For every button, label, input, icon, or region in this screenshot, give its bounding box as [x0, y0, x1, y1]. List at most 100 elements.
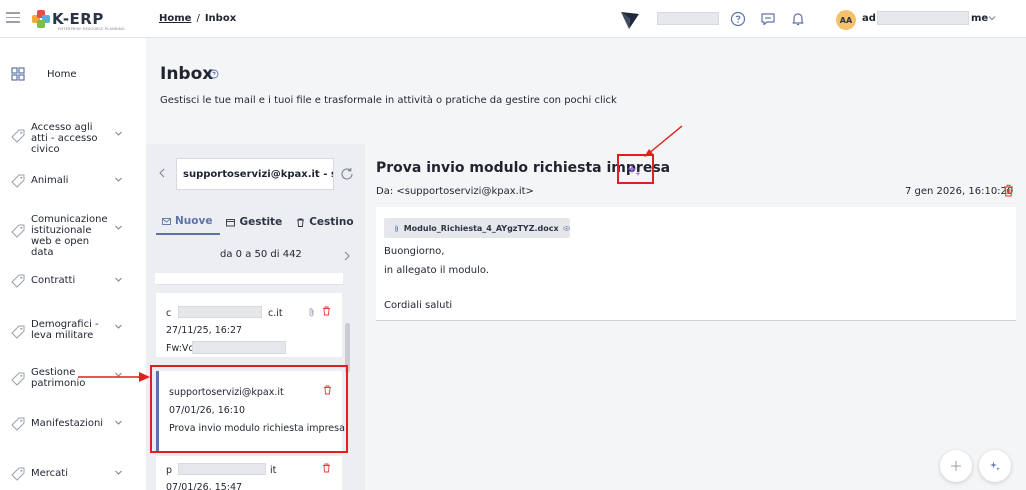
ai-sparkle-icon[interactable] — [626, 162, 642, 178]
sidebar-item-label: Mercati — [31, 468, 68, 479]
refresh-icon[interactable] — [340, 167, 354, 181]
sidebar-item-demografici[interactable]: Demografici - leva militare — [0, 317, 146, 345]
message-sender: Da: <supportoservizi@kpax.it> — [376, 186, 534, 197]
mail-from: p — [166, 465, 173, 476]
chat-icon[interactable] — [760, 11, 776, 27]
user-name-prefix[interactable]: ad — [862, 13, 876, 24]
paperclip-icon — [395, 224, 398, 232]
user-name-suffix[interactable]: me — [971, 13, 988, 24]
sidebar-item-label: Home — [47, 69, 77, 80]
redacted-sender — [178, 463, 266, 475]
chevron-right-icon[interactable] — [343, 251, 351, 261]
logo-mark-icon — [32, 10, 50, 28]
tag-icon — [11, 467, 25, 481]
message-body-line: in allegato il modulo. — [384, 265, 490, 276]
sidebar-item-label: Animali — [31, 175, 69, 186]
eye-icon[interactable] — [563, 224, 570, 233]
mail-date: 07/01/26, 16:10 — [169, 405, 246, 416]
tag-icon — [11, 372, 25, 386]
mail-from-domain: c.it — [268, 308, 283, 319]
mail-from: supportoservizi@kpax.it — [169, 387, 284, 398]
tag-icon — [11, 417, 25, 431]
help-icon[interactable] — [209, 69, 219, 79]
sidebar-item-label: Demografici - leva militare — [31, 319, 99, 341]
breadcrumb-home-link[interactable]: Home — [159, 13, 191, 24]
list-scrollbar[interactable] — [345, 323, 350, 373]
sidebar-item-label: Accesso agli atti - accesso civico — [31, 122, 98, 155]
paging-info: da 0 a 50 di 442 — [220, 249, 302, 260]
trash-icon[interactable] — [323, 385, 332, 395]
mail-icon — [162, 217, 171, 225]
tag-icon — [11, 174, 25, 188]
page-title: Inbox — [160, 64, 214, 84]
folder-icon — [226, 218, 236, 226]
list-item[interactable]: p it 07/01/26, 15:47 — [156, 456, 342, 490]
sidebar-item-accesso-atti[interactable]: Accesso agli atti - accesso civico — [0, 120, 146, 155]
mail-subject: Fw:Vc — [166, 343, 194, 354]
chevron-down-icon — [115, 177, 122, 182]
chevron-down-icon — [115, 470, 122, 475]
tab-label: Cestino — [309, 216, 354, 228]
top-bar: K-ERP ENTERPRISE RESOURCE PLANNING Home … — [0, 0, 1026, 38]
chevron-down-icon — [115, 372, 122, 377]
inbox-tabs: Nuove Gestite Cestino — [156, 213, 362, 235]
tag-icon — [11, 274, 25, 288]
trash-icon[interactable] — [322, 463, 331, 473]
breadcrumb: Home / Inbox — [159, 13, 236, 24]
message-body-line: Buongiorno, — [384, 246, 445, 257]
tab-nuove[interactable]: Nuove — [156, 213, 221, 235]
tag-icon — [11, 325, 25, 339]
sidebar-item-home[interactable]: Home — [0, 64, 146, 84]
paperclip-icon — [309, 308, 314, 317]
menu-icon[interactable] — [6, 12, 20, 23]
ai-assistant-button[interactable] — [979, 450, 1011, 482]
list-item-selected[interactable]: supportoservizi@kpax.it 07/01/26, 16:10 … — [156, 371, 345, 451]
chevron-left-icon[interactable] — [158, 168, 166, 178]
add-button[interactable] — [940, 450, 972, 482]
attachment-chip[interactable]: Modulo_Richiesta_4_AYgzTYZ.docx — [384, 218, 570, 238]
account-selector[interactable]: supportoservizi@kpax.it - supportoserviz… — [176, 158, 334, 190]
message-date: 7 gen 2026, 16:10:20 — [905, 186, 1014, 197]
chevron-down-icon — [115, 324, 122, 329]
sidebar-item-animali[interactable]: Animali — [0, 170, 146, 190]
mail-subject: Prova invio modulo richiesta impresa — [169, 423, 345, 434]
tab-cestino[interactable]: Cestino — [290, 213, 361, 235]
help-icon[interactable] — [730, 11, 746, 27]
trash-icon[interactable] — [322, 306, 331, 316]
list-item[interactable]: c c.it 27/11/25, 16:27 Fw:Vc — [156, 293, 342, 357]
chevron-down-icon — [115, 420, 122, 425]
trash-icon — [297, 218, 305, 227]
mail-date: 27/11/25, 16:27 — [166, 325, 243, 336]
sidebar-item-contratti[interactable]: Contratti — [0, 270, 146, 290]
tab-label: Nuove — [175, 215, 213, 227]
list-item[interactable] — [155, 273, 343, 285]
redacted-subject — [192, 341, 286, 354]
bell-icon[interactable] — [790, 11, 806, 27]
brand-arrow-icon — [621, 12, 639, 29]
logo-text: K-ERP — [52, 10, 104, 28]
breadcrumb-separator: / — [196, 13, 200, 24]
redacted-user-name — [877, 11, 969, 25]
sidebar-item-mercati[interactable]: Mercati — [0, 463, 146, 483]
chevron-down-icon[interactable] — [988, 14, 996, 22]
sidebar-item-label: Comunicazione istituzionale web e open d… — [31, 214, 108, 258]
tag-icon — [11, 129, 25, 143]
grid-icon — [11, 67, 25, 81]
sidebar-item-comunicazione[interactable]: Comunicazione istituzionale web e open d… — [0, 212, 146, 258]
logo-subtitle: ENTERPRISE RESOURCE PLANNING — [58, 27, 125, 31]
sidebar-item-manifestazioni[interactable]: Manifestazioni — [0, 413, 146, 433]
chevron-down-icon — [115, 277, 122, 282]
plus-icon — [951, 461, 961, 471]
chevron-down-icon — [115, 131, 122, 136]
avatar[interactable]: AA — [836, 10, 856, 30]
sidebar-item-label: Manifestazioni — [31, 418, 104, 429]
tab-label: Gestite — [239, 216, 283, 228]
app-logo[interactable]: K-ERP — [32, 9, 104, 29]
trash-icon[interactable] — [1003, 184, 1014, 197]
sidebar-item-label: Contratti — [31, 275, 76, 286]
sidebar-item-gestione-patrimonio[interactable]: Gestione patrimonio — [0, 365, 146, 393]
sparkle-icon — [990, 461, 1000, 471]
tab-gestite[interactable]: Gestite — [220, 213, 290, 235]
page-description: Gestisci le tue mail e i tuoi file e tra… — [160, 95, 617, 106]
redacted-sender — [178, 306, 262, 318]
